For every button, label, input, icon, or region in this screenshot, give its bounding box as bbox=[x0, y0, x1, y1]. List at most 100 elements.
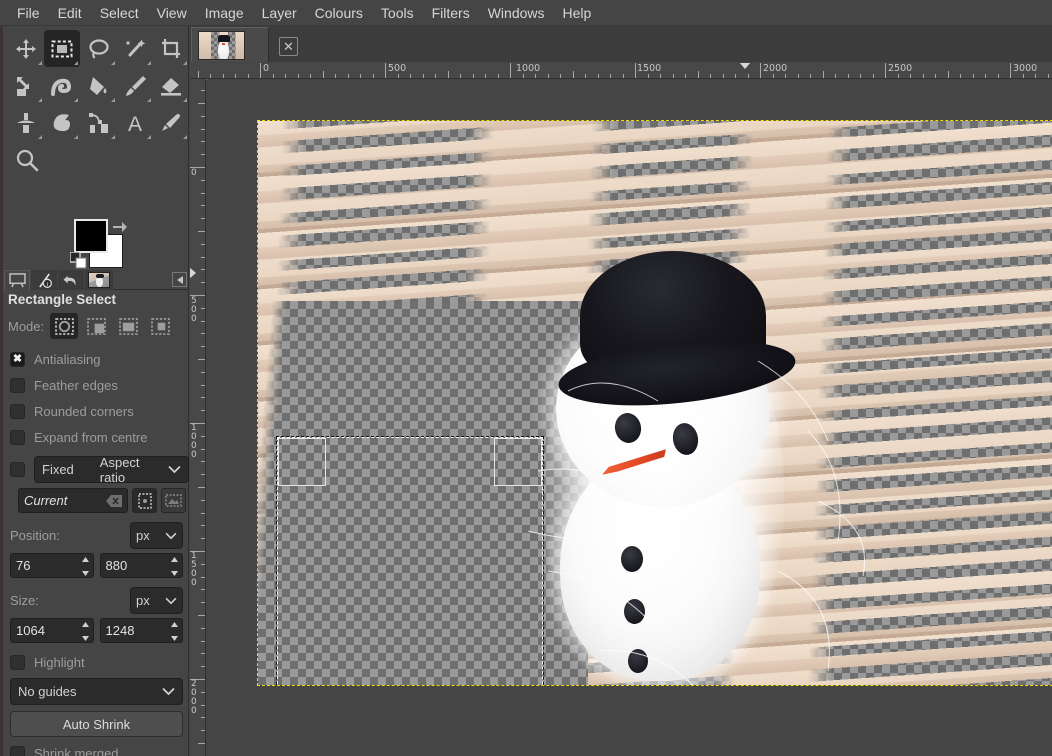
paintbrush-tool[interactable] bbox=[117, 67, 153, 104]
v-ruler-label: 500 bbox=[191, 297, 200, 324]
undo-history-tab[interactable] bbox=[58, 270, 84, 290]
image-thumbnail-icon bbox=[88, 272, 110, 288]
spinner-down-icon bbox=[81, 635, 90, 642]
menu-windows[interactable]: Windows bbox=[479, 1, 554, 25]
text-a-icon: A bbox=[123, 111, 147, 135]
tab-close-button[interactable]: ✕ bbox=[279, 37, 298, 56]
menu-image[interactable]: Image bbox=[196, 1, 253, 25]
menu-select[interactable]: Select bbox=[91, 1, 148, 25]
antialiasing-label: Antialiasing bbox=[34, 352, 101, 367]
clear-entry-icon[interactable] bbox=[106, 495, 122, 507]
mode-subtract[interactable] bbox=[114, 313, 142, 339]
rectangle-select-icon bbox=[50, 37, 74, 61]
highlight-checkbox[interactable]: Highlight bbox=[4, 649, 189, 675]
smudge-tool[interactable] bbox=[44, 104, 80, 141]
device-status-tab[interactable]: i bbox=[31, 270, 57, 290]
selection-handle-top-right[interactable] bbox=[494, 438, 542, 486]
size-width-value: 1064 bbox=[16, 623, 45, 638]
spinner-up-icon bbox=[81, 621, 90, 628]
fuzzy-select-tool[interactable] bbox=[117, 30, 153, 67]
shrink-merged-checkbox[interactable]: Shrink merged bbox=[4, 740, 189, 756]
free-select-tool[interactable] bbox=[80, 30, 116, 67]
v-ruler-label: 1500 bbox=[191, 552, 200, 588]
color-picker-tool[interactable] bbox=[153, 104, 189, 141]
selection-handle-top-left[interactable] bbox=[278, 438, 326, 486]
chevron-down-icon bbox=[168, 465, 181, 474]
tool-group-indicator bbox=[183, 135, 187, 139]
menu-view[interactable]: View bbox=[148, 1, 196, 25]
size-fields-row: 1064 1248 bbox=[4, 618, 189, 643]
feather-edges-checkbox[interactable]: Feather edges bbox=[4, 372, 189, 398]
color-swatch-area bbox=[70, 218, 130, 270]
zoom-tool[interactable] bbox=[8, 141, 45, 178]
aspect-ratio-entry[interactable]: Current bbox=[18, 488, 128, 513]
rectangle-selection[interactable] bbox=[277, 437, 543, 685]
size-label: Size: bbox=[10, 593, 39, 608]
spinner-arrows[interactable] bbox=[81, 556, 90, 577]
expand-from-centre-checkbox[interactable]: Expand from centre bbox=[4, 424, 189, 450]
portrait-orientation-button[interactable] bbox=[132, 488, 157, 513]
rounded-corners-checkbox[interactable]: Rounded corners bbox=[4, 398, 189, 424]
paths-tool[interactable] bbox=[80, 104, 116, 141]
checkbox-box bbox=[10, 655, 25, 670]
auto-shrink-button[interactable]: Auto Shrink bbox=[10, 711, 183, 737]
menu-file[interactable]: File bbox=[8, 1, 49, 25]
menu-tools[interactable]: Tools bbox=[372, 1, 423, 25]
horizontal-ruler[interactable]: 050010001500200025003000 bbox=[190, 63, 1052, 79]
move-tool[interactable] bbox=[8, 30, 44, 67]
menu-filters[interactable]: Filters bbox=[423, 1, 479, 25]
h-ruler-label: 1000 bbox=[516, 64, 540, 74]
size-width-input[interactable]: 1064 bbox=[10, 618, 94, 643]
position-y-value: 880 bbox=[106, 558, 128, 573]
bucket-fill-tool[interactable] bbox=[80, 67, 116, 104]
menu-layer[interactable]: Layer bbox=[253, 1, 306, 25]
image-canvas[interactable] bbox=[258, 121, 1052, 685]
size-unit-dropdown[interactable]: px bbox=[130, 587, 183, 614]
warp-transform-tool[interactable] bbox=[44, 67, 80, 104]
mode-replace[interactable] bbox=[50, 313, 78, 339]
spinner-arrows[interactable] bbox=[170, 556, 179, 577]
landscape-orientation-button[interactable] bbox=[161, 488, 186, 513]
reset-colors-icon[interactable] bbox=[70, 252, 88, 270]
clone-tool[interactable] bbox=[8, 104, 44, 141]
image-tab[interactable]: ✕ bbox=[191, 27, 269, 62]
text-tool[interactable]: A bbox=[117, 104, 153, 141]
eyedropper-icon bbox=[159, 111, 183, 135]
menu-edit[interactable]: Edit bbox=[49, 1, 91, 25]
vertical-ruler[interactable]: 0500100015002000 bbox=[190, 79, 206, 756]
swap-colors-icon[interactable] bbox=[111, 218, 129, 234]
menu-help[interactable]: Help bbox=[554, 1, 601, 25]
position-x-input[interactable]: 76 bbox=[10, 553, 94, 578]
feather-edges-label: Feather edges bbox=[34, 378, 118, 393]
position-y-input[interactable]: 880 bbox=[100, 553, 184, 578]
eraser-tool[interactable] bbox=[153, 67, 189, 104]
images-tab[interactable] bbox=[85, 270, 113, 290]
spinner-arrows[interactable] bbox=[81, 621, 90, 642]
size-height-value: 1248 bbox=[106, 623, 135, 638]
foreground-color-swatch[interactable] bbox=[74, 219, 108, 253]
transform-tool[interactable] bbox=[8, 67, 44, 104]
lasso-icon bbox=[87, 37, 111, 61]
dock-menu-icon[interactable] bbox=[172, 272, 187, 287]
mode-intersect[interactable] bbox=[146, 313, 174, 339]
fixed-checkbox[interactable] bbox=[10, 462, 25, 477]
canvas-viewport[interactable] bbox=[207, 79, 1052, 756]
aspect-current-row: Current bbox=[4, 488, 189, 513]
menu-colours[interactable]: Colours bbox=[306, 1, 372, 25]
rectangle-select-tool[interactable] bbox=[44, 30, 80, 67]
tool-group-indicator bbox=[147, 98, 151, 102]
antialiasing-checkbox[interactable]: ✖ Antialiasing bbox=[4, 346, 189, 372]
guides-dropdown[interactable]: No guides bbox=[10, 678, 183, 705]
crop-tool[interactable] bbox=[153, 30, 189, 67]
tool-options-tab[interactable] bbox=[4, 270, 30, 290]
fixed-label: Fixed bbox=[42, 462, 74, 477]
position-unit-dropdown[interactable]: px bbox=[130, 522, 183, 549]
mode-add[interactable] bbox=[82, 313, 110, 339]
close-icon: ✕ bbox=[283, 39, 294, 55]
h-ruler-label: 2000 bbox=[763, 64, 787, 74]
spinner-arrows[interactable] bbox=[170, 621, 179, 642]
fixed-aspect-dropdown[interactable]: Fixed Aspect ratio bbox=[34, 456, 189, 483]
size-height-input[interactable]: 1248 bbox=[100, 618, 184, 643]
h-ruler-label: 0 bbox=[263, 64, 269, 74]
portrait-orientation-icon bbox=[138, 493, 152, 509]
